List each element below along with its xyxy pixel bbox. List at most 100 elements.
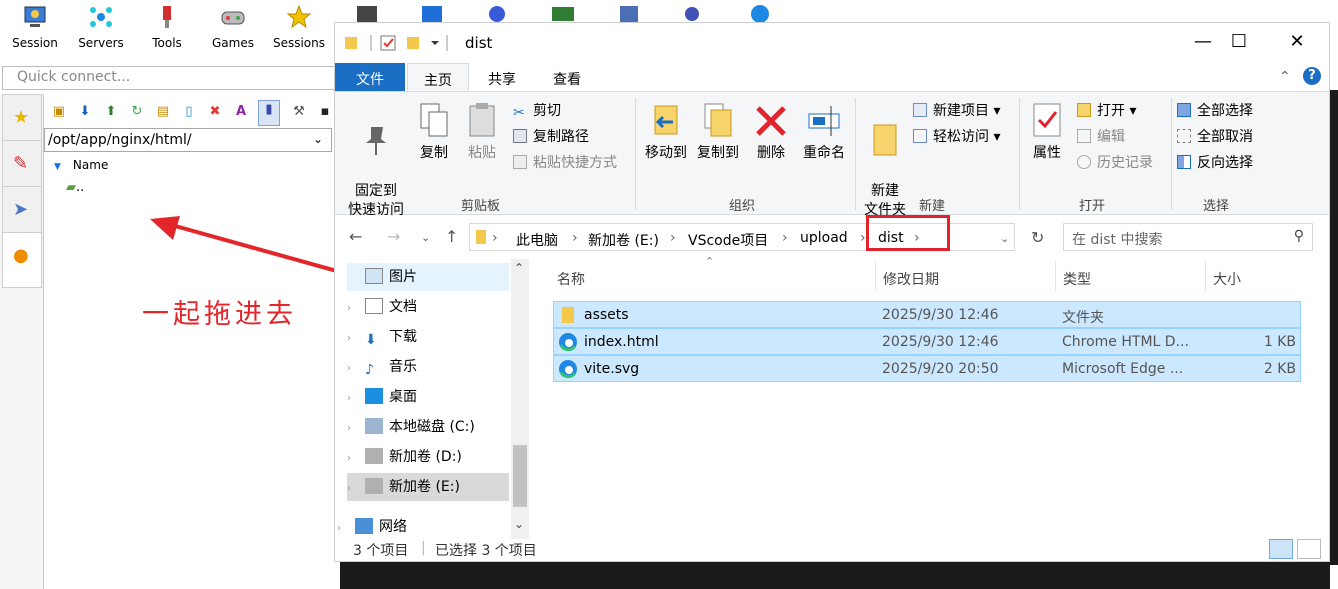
maximize-button[interactable]: ☐ — [1219, 31, 1259, 52]
pin-quick-access-button[interactable]: 固定到 快速访问 — [341, 102, 411, 220]
up-arrow-icon[interactable]: ↑ — [445, 227, 458, 246]
details-view-icon[interactable] — [1269, 539, 1293, 559]
scroll-up-icon[interactable]: ⌃ — [514, 261, 524, 275]
nav-item-desktop[interactable]: › 桌面 — [347, 383, 509, 411]
breadcrumb-upload[interactable]: upload — [800, 230, 848, 246]
up-folder-icon[interactable]: ▣ — [50, 103, 68, 121]
collapse-ribbon-icon[interactable]: ⌃ — [1279, 69, 1291, 85]
quick-connect-input[interactable]: Quick connect... — [2, 66, 336, 90]
address-dropdown-icon[interactable]: ⌄ — [1000, 232, 1009, 245]
breadcrumb-vscode[interactable]: VScode项目 — [688, 230, 768, 250]
paste-shortcut-button[interactable]: 粘贴快捷方式 — [513, 154, 617, 172]
forward-arrow-icon[interactable]: → — [387, 227, 400, 246]
breadcrumb-this-pc[interactable]: 此电脑 — [516, 230, 558, 250]
new-item-button[interactable]: 新建项目 ▾ — [913, 102, 1000, 120]
scroll-down-icon[interactable]: ⌄ — [514, 517, 524, 531]
rename-icon[interactable]: A — [232, 103, 250, 121]
edge-browser-icon — [559, 360, 577, 379]
column-date[interactable]: 修改日期 — [883, 269, 939, 289]
close-button[interactable]: ✕ — [1277, 31, 1317, 52]
minimize-button[interactable]: — — [1183, 31, 1223, 52]
delete-button[interactable]: 删除 — [751, 102, 791, 163]
select-all-button[interactable]: 全部选择 — [1177, 102, 1253, 120]
open-button[interactable]: 打开 ▾ — [1077, 102, 1136, 120]
properties-button[interactable]: 属性 — [1025, 102, 1069, 163]
tab-view[interactable]: 查看 — [537, 63, 597, 91]
recent-locations-icon[interactable]: ⌄ — [421, 231, 430, 244]
copy-path-icon — [513, 129, 527, 143]
large-icons-view-icon[interactable] — [1297, 539, 1321, 559]
tab-home[interactable]: 主页 — [407, 63, 469, 91]
invert-selection-button[interactable]: 反向选择 — [1177, 154, 1253, 172]
edit-button[interactable]: 编辑 — [1077, 128, 1125, 146]
history-button[interactable]: 历史记录 — [1077, 154, 1153, 172]
move-to-button[interactable]: 移动到 — [639, 102, 693, 163]
chevron-down-icon[interactable]: ⌄ — [313, 132, 323, 146]
new-folder-icon — [873, 124, 897, 156]
terminal-icon[interactable]: ▪ — [316, 103, 334, 121]
column-type[interactable]: 类型 — [1063, 269, 1091, 289]
sftp-name-column[interactable]: ▼ Name — [54, 158, 108, 172]
paste-button[interactable]: 粘贴 — [459, 102, 505, 163]
scroll-thumb[interactable] — [513, 445, 527, 507]
help-icon[interactable]: ? — [1303, 67, 1321, 85]
new-file-icon[interactable]: ▯ — [180, 103, 198, 121]
file-row[interactable]: index.html 2025/9/30 12:46 Chrome HTML D… — [553, 328, 1301, 355]
back-arrow-icon[interactable]: ← — [349, 227, 362, 246]
cut-button[interactable]: ✂ 剪切 — [513, 102, 561, 121]
magic-icon[interactable]: ⚒ — [290, 103, 308, 121]
status-bar: 3 个项目 | 已选择 3 个项目 — [335, 537, 1329, 561]
copy-path-button[interactable]: 复制路径 — [513, 128, 589, 146]
column-divider — [1205, 261, 1206, 291]
nav-scrollbar[interactable]: ⌃ ⌄ — [511, 259, 529, 539]
select-all-icon — [1177, 103, 1191, 117]
sftp-globe-icon: ● — [13, 245, 29, 266]
file-row[interactable]: vite.svg 2025/9/20 20:50 Microsoft Edge … — [553, 355, 1301, 382]
easy-access-button[interactable]: 轻松访问 ▾ — [913, 128, 1000, 146]
servers-button[interactable]: Servers — [70, 4, 132, 50]
column-name[interactable]: 名称 — [557, 269, 585, 289]
rename-button[interactable]: 重命名 — [797, 102, 851, 163]
side-tab-tools[interactable]: ✎ — [2, 140, 42, 186]
drive-icon — [365, 478, 383, 494]
nav-item-music[interactable]: › ♪ 音乐 — [347, 353, 509, 381]
nav-item-drive-e[interactable]: › 新加卷 (E:) — [347, 473, 509, 501]
tab-share[interactable]: 共享 — [472, 63, 532, 91]
column-size[interactable]: 大小 — [1213, 269, 1241, 289]
nav-item-drive-c[interactable]: › 本地磁盘 (C:) — [347, 413, 509, 441]
search-placeholder: 在 dist 中搜索 — [1072, 232, 1163, 248]
side-tab-favorites[interactable]: ★ — [2, 94, 42, 140]
sftp-path-input[interactable]: /opt/app/nginx/html/ ⌄ — [44, 128, 332, 152]
breadcrumb-drive-e[interactable]: 新加卷 (E:) — [588, 230, 659, 250]
file-date: 2025/9/30 12:46 — [882, 334, 999, 350]
select-none-button[interactable]: 全部取消 — [1177, 128, 1253, 146]
new-folder-icon[interactable]: ▤ — [154, 103, 172, 121]
session-icon — [24, 6, 46, 27]
ribbon-tabs: 文件 主页 共享 查看 ⌃ ? — [335, 63, 1329, 91]
easy-access-icon — [913, 129, 927, 143]
tools-button[interactable]: Tools — [136, 4, 198, 50]
new-folder-button[interactable]: 新建 文件夹 — [859, 102, 911, 220]
nav-item-drive-d[interactable]: › 新加卷 (D:) — [347, 443, 509, 471]
sftp-path-text: /opt/app/nginx/html/ — [48, 132, 192, 148]
sessions-button[interactable]: Sessions — [268, 4, 330, 50]
download-icon[interactable]: ⬇ — [76, 103, 94, 121]
nav-item-pictures[interactable]: 图片 — [347, 263, 509, 291]
session-button[interactable]: Session — [4, 4, 66, 50]
sftp-parent-dir-row[interactable]: ▰.. — [66, 180, 84, 195]
copy-button[interactable]: 复制 — [411, 102, 457, 163]
nav-item-documents[interactable]: › 文档 — [347, 293, 509, 321]
side-tab-sftp[interactable]: ● — [2, 232, 42, 288]
follow-terminal-icon[interactable]: ▮ — [258, 100, 280, 126]
nav-item-downloads[interactable]: › ⬇ 下载 — [347, 323, 509, 351]
upload-icon[interactable]: ⬆ — [102, 103, 120, 121]
copy-to-button[interactable]: 复制到 — [691, 102, 745, 163]
games-button[interactable]: Games — [202, 4, 264, 50]
refresh-icon[interactable]: ↻ — [1031, 228, 1044, 247]
search-input[interactable]: 在 dist 中搜索 ⚲ — [1063, 223, 1313, 251]
file-row[interactable]: assets 2025/9/30 12:46 文件夹 — [553, 301, 1301, 328]
refresh-icon[interactable]: ↻ — [128, 103, 146, 121]
tab-file[interactable]: 文件 — [335, 63, 405, 91]
delete-icon[interactable]: ✖ — [206, 103, 224, 121]
side-tab-macros[interactable]: ➤ — [2, 186, 42, 232]
